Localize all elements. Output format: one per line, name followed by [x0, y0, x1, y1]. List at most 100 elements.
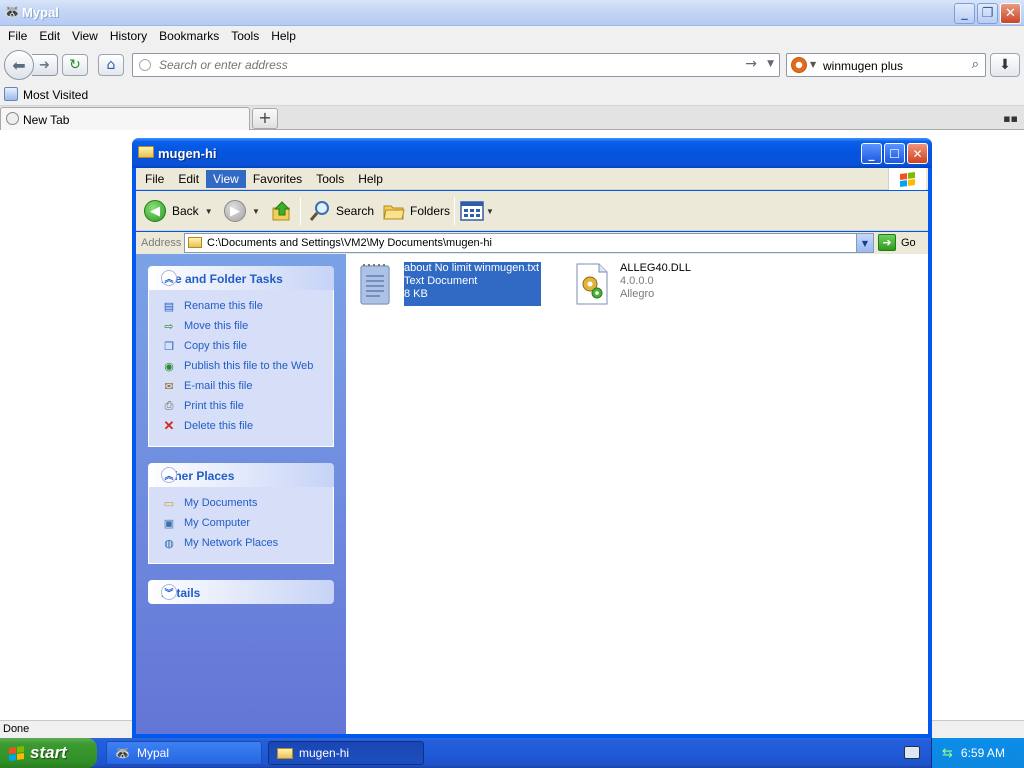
- tab-new-tab[interactable]: New Tab: [0, 107, 250, 130]
- go-label: Go: [901, 236, 916, 249]
- move-file-link[interactable]: ⇨ Move this file: [161, 316, 333, 336]
- start-label: start: [30, 743, 67, 762]
- explorer-body: File and Folder Tasks ︽ ▤ Rename this fil…: [136, 254, 928, 734]
- address-bar: Address C:\Documents and Settings\VM2\My…: [136, 232, 928, 254]
- forward-dropdown-icon[interactable]: ▼: [252, 207, 260, 216]
- forward-arrow-icon: ▶: [224, 200, 246, 222]
- go-button[interactable]: ➜ Go: [878, 234, 916, 251]
- network-tray-icon[interactable]: ⇆: [942, 746, 953, 761]
- new-tab-button[interactable]: +: [252, 108, 278, 129]
- explorer-menu-tools[interactable]: Tools: [309, 170, 351, 188]
- browser-close-button[interactable]: ✕: [1000, 3, 1021, 24]
- page-icon: [139, 59, 151, 71]
- back-button[interactable]: ⬅: [4, 50, 34, 80]
- up-folder-icon: [272, 201, 291, 221]
- email-file-link[interactable]: ✉ E-mail this file: [161, 376, 333, 396]
- file-folder-tasks-title: File and Folder Tasks: [161, 272, 283, 286]
- explorer-maximize-button[interactable]: ☐: [884, 143, 905, 164]
- keyboard-icon[interactable]: [904, 746, 920, 759]
- downloads-button[interactable]: ⬇: [990, 53, 1020, 77]
- forward-button[interactable]: ➜: [32, 54, 58, 76]
- taskbar-item-label: Mypal: [137, 746, 170, 760]
- browser-title: Mypal: [22, 5, 59, 20]
- my-computer-link[interactable]: ▣ My Computer: [161, 513, 333, 533]
- collapse-chevron-icon[interactable]: ︽: [161, 467, 177, 483]
- file-item-txt[interactable]: about No limit winmugen.txt Text Documen…: [358, 262, 542, 306]
- forward-button[interactable]: ▶ ▼: [224, 197, 260, 225]
- my-computer-label: My Computer: [184, 517, 251, 529]
- search-button[interactable]: Search: [308, 197, 374, 225]
- folder-icon: [188, 237, 202, 248]
- tab-list-icon[interactable]: ▪▪: [1003, 112, 1018, 125]
- browser-restore-button[interactable]: ❐: [977, 3, 998, 24]
- my-network-places-link[interactable]: ◍ My Network Places: [161, 533, 333, 553]
- home-button[interactable]: ⌂: [98, 54, 124, 76]
- url-input[interactable]: [159, 57, 719, 73]
- file-meta: ALLEG40.DLL 4.0.0.0 Allegro: [620, 262, 691, 306]
- url-bar[interactable]: → ▼: [132, 53, 780, 77]
- go-arrow-icon[interactable]: →: [745, 56, 757, 72]
- explorer-menu-help[interactable]: Help: [351, 170, 390, 188]
- browser-menu-bar: File Edit View History Bookmarks Tools H…: [0, 26, 1024, 46]
- folders-button[interactable]: Folders: [382, 197, 450, 225]
- views-button[interactable]: ▼: [460, 197, 494, 225]
- delete-x-icon: ✕: [163, 418, 175, 433]
- back-dropdown-icon[interactable]: ▼: [205, 207, 213, 216]
- start-button[interactable]: start: [0, 738, 97, 768]
- back-arrow-icon: ◀: [144, 200, 166, 222]
- search-bar[interactable]: ▼ winmugen plus ⌕: [786, 53, 986, 77]
- file-folder-tasks-header[interactable]: File and Folder Tasks ︽: [148, 266, 334, 290]
- clock[interactable]: 6:59 AM: [961, 746, 1005, 760]
- download-icon: ⬇: [999, 57, 1011, 73]
- publish-web-label: Publish this file to the Web: [184, 360, 314, 372]
- search-engine-icon[interactable]: [791, 57, 807, 73]
- address-dropdown-icon[interactable]: ▼: [856, 234, 873, 252]
- details-header[interactable]: Details ︾: [148, 580, 334, 604]
- expand-chevron-icon[interactable]: ︾: [161, 584, 177, 600]
- copy-file-link[interactable]: ❐ Copy this file: [161, 336, 333, 356]
- my-documents-link[interactable]: ▭ My Documents: [161, 493, 333, 513]
- file-item-dll[interactable]: ALLEG40.DLL 4.0.0.0 Allegro: [574, 262, 691, 306]
- most-visited-bookmark[interactable]: Most Visited: [23, 88, 88, 102]
- explorer-close-button[interactable]: ✕: [907, 143, 928, 164]
- explorer-minimize-button[interactable]: _: [861, 143, 882, 164]
- rename-icon: ▤: [163, 300, 175, 313]
- other-places-header[interactable]: Other Places ︽: [148, 463, 334, 487]
- folders-label: Folders: [410, 204, 451, 218]
- engine-dropdown-icon[interactable]: ▼: [810, 60, 816, 69]
- views-dropdown-icon[interactable]: ▼: [486, 207, 494, 216]
- taskbar-item-mugen-hi[interactable]: mugen-hi: [268, 741, 424, 765]
- back-button[interactable]: ◀ Back ▼: [144, 197, 213, 225]
- reload-button[interactable]: ↻: [62, 54, 88, 76]
- explorer-menu-edit[interactable]: Edit: [171, 170, 206, 188]
- collapse-chevron-icon[interactable]: ︽: [161, 270, 177, 286]
- explorer-menu-view[interactable]: View: [206, 170, 246, 188]
- search-icon[interactable]: ⌕: [972, 57, 979, 72]
- search-input[interactable]: winmugen plus: [823, 59, 903, 73]
- publish-web-link[interactable]: ◉ Publish this file to the Web: [161, 356, 333, 376]
- windows-logo-icon: [9, 745, 24, 761]
- address-input[interactable]: C:\Documents and Settings\VM2\My Documen…: [184, 233, 874, 253]
- print-file-link[interactable]: ⎙ Print this file: [161, 396, 333, 416]
- my-computer-icon: ▣: [163, 517, 175, 530]
- forward-arrow-icon: ➜: [39, 57, 50, 73]
- explorer-title-bar[interactable]: mugen-hi _ ☐ ✕: [132, 138, 932, 168]
- delete-file-link[interactable]: ✕ Delete this file: [161, 416, 333, 436]
- browser-menu-tools[interactable]: Tools: [225, 29, 265, 43]
- up-folder-button[interactable]: [270, 197, 294, 225]
- browser-menu-view[interactable]: View: [66, 29, 104, 43]
- browser-menu-file[interactable]: File: [2, 29, 33, 43]
- taskbar-item-mypal[interactable]: 🦝 Mypal: [106, 741, 262, 765]
- explorer-menu-bar: File Edit View Favorites Tools Help: [136, 168, 928, 190]
- url-dropdown-icon[interactable]: ▼: [767, 59, 774, 69]
- explorer-menu-file[interactable]: File: [138, 170, 171, 188]
- browser-minimize-button[interactable]: _: [954, 3, 975, 24]
- mypal-app-icon: 🦝: [115, 746, 130, 760]
- browser-menu-bookmarks[interactable]: Bookmarks: [153, 29, 225, 43]
- rename-file-link[interactable]: ▤ Rename this file: [161, 296, 333, 316]
- explorer-menu-favorites[interactable]: Favorites: [246, 170, 309, 188]
- browser-menu-edit[interactable]: Edit: [33, 29, 66, 43]
- browser-menu-help[interactable]: Help: [265, 29, 302, 43]
- my-documents-label: My Documents: [184, 497, 258, 509]
- browser-menu-history[interactable]: History: [104, 29, 153, 43]
